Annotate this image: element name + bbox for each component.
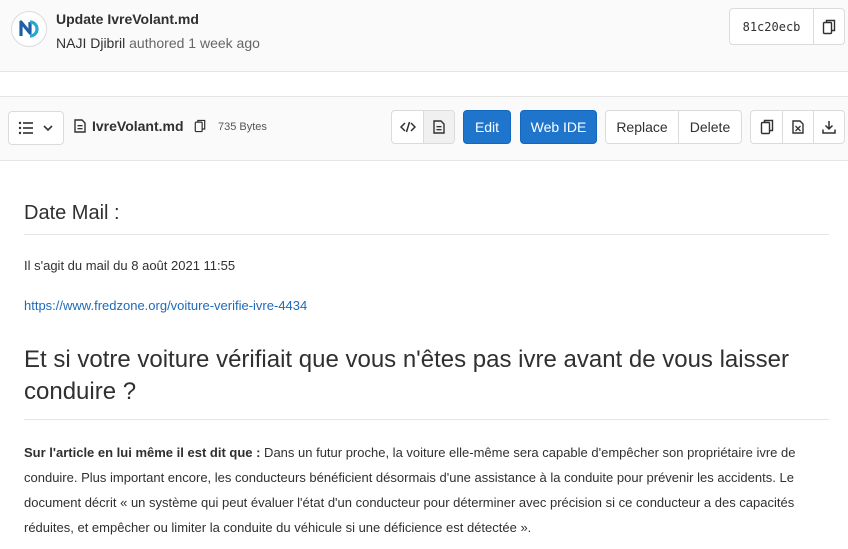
commit-title[interactable]: Update IvreVolant.md xyxy=(56,11,199,27)
commit-author[interactable]: NAJI Djibril xyxy=(56,35,125,51)
copy-path-icon[interactable] xyxy=(194,119,206,133)
commit-bar: Update IvreVolant.md NAJI Djibril author… xyxy=(0,0,848,72)
article-lead-bold: Sur l'article en lui même il est dit que… xyxy=(24,445,261,460)
file-icon xyxy=(74,119,86,133)
file-tree-toggle[interactable] xyxy=(8,111,64,145)
file-actions-group: Replace Delete xyxy=(605,110,742,144)
download-button[interactable] xyxy=(813,111,844,143)
commit-sha-group: 81c20ecb xyxy=(729,8,845,45)
list-icon xyxy=(18,121,33,135)
replace-button[interactable]: Replace xyxy=(606,111,678,143)
view-mode-group xyxy=(391,110,455,144)
copy-contents-button[interactable] xyxy=(751,111,782,143)
file-title: IvreVolant.md xyxy=(74,118,206,134)
open-raw-button[interactable] xyxy=(782,111,813,143)
date-heading: Date Mail : xyxy=(24,202,829,235)
nd-logo-icon xyxy=(16,16,42,42)
delete-button[interactable]: Delete xyxy=(678,111,741,143)
source-view-button[interactable] xyxy=(392,111,423,143)
download-icon xyxy=(822,121,836,134)
copy-icon xyxy=(760,119,773,135)
edit-button[interactable]: Edit xyxy=(463,110,511,144)
web-ide-button[interactable]: Web IDE xyxy=(520,110,597,144)
commit-sha[interactable]: 81c20ecb xyxy=(730,9,814,44)
mail-date-text: Il s'agit du mail du 8 août 2021 11:55 xyxy=(24,258,236,273)
copy-icon xyxy=(822,19,836,34)
rich-view-button[interactable] xyxy=(423,111,454,143)
commit-meta: NAJI Djibril authored 1 week ago xyxy=(56,35,260,51)
chevron-down-icon xyxy=(43,125,53,132)
file-name: IvreVolant.md xyxy=(92,118,184,134)
commit-authored-time: authored 1 week ago xyxy=(129,35,260,51)
copy-sha-button[interactable] xyxy=(814,9,844,44)
article-headline: Et si votre voiture vérifiait que vous n… xyxy=(24,344,829,420)
article-paragraph: Sur l'article en lui même il est dit que… xyxy=(24,440,829,540)
raw-file-icon xyxy=(792,120,804,134)
file-size: 735 Bytes xyxy=(218,121,267,133)
download-group xyxy=(750,110,845,144)
code-icon xyxy=(399,121,416,133)
avatar[interactable] xyxy=(11,11,47,47)
article-link[interactable]: https://www.fredzone.org/voiture-verifie… xyxy=(24,298,307,313)
document-icon xyxy=(433,120,445,134)
